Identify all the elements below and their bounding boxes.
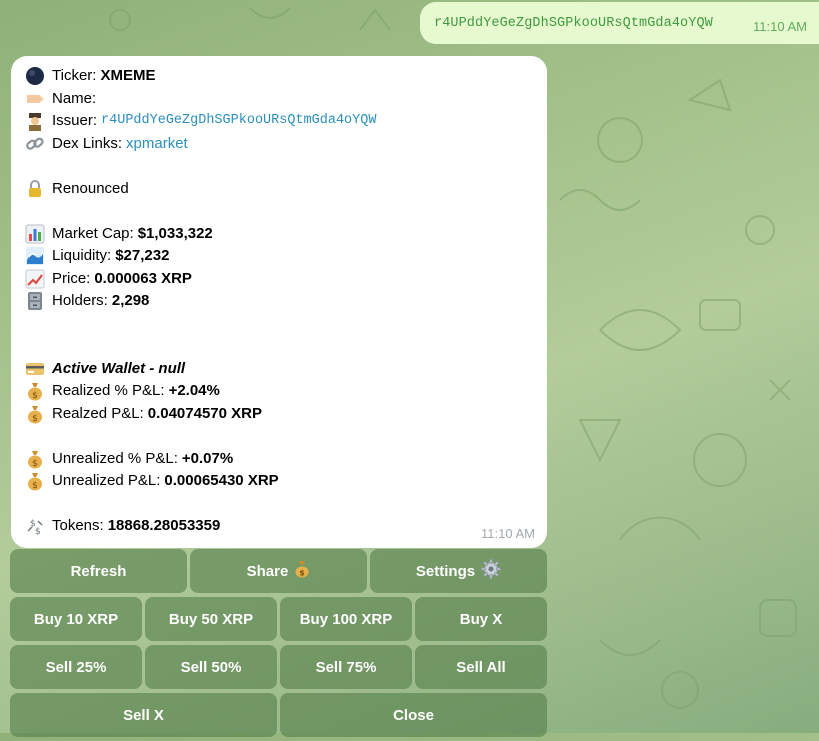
issuer-line: Issuer: r4UPddYeGeZgDhSGPkooURsQtmGda4oY…	[25, 110, 533, 133]
currency-exchange-icon: $ $	[25, 516, 45, 537]
renounced-line: Renounced	[25, 178, 533, 201]
buy-x-button[interactable]: Buy X	[415, 597, 547, 641]
svg-text:$: $	[35, 527, 41, 536]
chart-up-icon	[25, 269, 45, 289]
outgoing-message-text: r4UPddYeGeZgDhSGPkooURsQtmGda4oYQW	[434, 15, 713, 31]
money-bag-icon: $	[25, 381, 45, 401]
unrealized-value: 0.00065430 XRP	[164, 472, 279, 489]
unrealized-pct-line: $ Unrealized % P&L: +0.07%	[25, 448, 533, 471]
water-wave-icon	[25, 246, 45, 266]
ticker-value: XMEME	[100, 67, 156, 84]
sell-all-button[interactable]: Sell All	[415, 645, 547, 689]
active-wallet-text: Active Wallet - null	[52, 359, 186, 377]
keyboard-row-4: Sell X Close	[10, 693, 547, 737]
market-cap-line: Market Cap: $1,033,322	[25, 223, 533, 246]
tokens-value: 18868.28053359	[107, 517, 221, 534]
keyboard-row-1: Refresh Share $ Settings	[10, 549, 547, 593]
money-bag-icon: $	[25, 404, 45, 424]
label-tag-icon	[25, 89, 45, 109]
realized-pct-line: $ Realized % P&L: +2.04%	[25, 380, 533, 403]
settings-button[interactable]: Settings	[370, 549, 547, 593]
svg-text:$: $	[32, 414, 38, 424]
dex-links-line: Dex Links: xpmarket	[25, 133, 533, 156]
inline-keyboard: Refresh Share $ Settings Buy 10 XRP Buy 5…	[10, 549, 547, 741]
price-value: 0.000063 XRP	[94, 269, 192, 287]
refresh-button[interactable]: Refresh	[10, 549, 187, 593]
issuer-address[interactable]: r4UPddYeGeZgDhSGPkooURsQtmGda4oYQW	[101, 110, 376, 133]
money-bag-icon: $	[294, 560, 310, 582]
sell-50-button[interactable]: Sell 50%	[145, 645, 277, 689]
unrealized-line: $ Unrealized P&L: 0.00065430 XRP	[25, 470, 533, 493]
market-cap-value: $1,033,322	[137, 224, 213, 242]
buy-10-xrp-button[interactable]: Buy 10 XRP	[10, 597, 142, 641]
share-button[interactable]: Share $	[190, 549, 367, 593]
liquidity-value: $27,232	[115, 247, 170, 264]
outgoing-message-time: 11:10 AM	[753, 18, 807, 34]
close-button[interactable]: Close	[280, 693, 547, 737]
bot-message: Ticker: XMEME Name: Issuer: r4UPddYeGeZg…	[11, 56, 547, 548]
money-bag-icon: $	[25, 449, 45, 469]
bar-chart-icon	[25, 224, 45, 244]
black-circle-icon	[25, 66, 45, 86]
ticker-line: Ticker: XMEME	[25, 65, 533, 88]
holders-line: Holders: 2,298	[25, 290, 533, 313]
keyboard-row-2: Buy 10 XRP Buy 50 XRP Buy 100 XRP Buy X	[10, 597, 547, 641]
file-cabinet-icon	[25, 291, 45, 311]
credit-card-icon	[25, 359, 45, 379]
realized-pct-value: +2.04%	[168, 382, 220, 399]
active-wallet-line: Active Wallet - null	[25, 358, 533, 381]
bot-message-time: 11:10 AM	[481, 526, 535, 541]
sell-75-button[interactable]: Sell 75%	[280, 645, 412, 689]
buy-100-xrp-button[interactable]: Buy 100 XRP	[280, 597, 412, 641]
realized-value: 0.04074570 XRP	[147, 404, 262, 422]
unrealized-pct-value: +0.07%	[181, 449, 234, 467]
outgoing-message[interactable]: r4UPddYeGeZgDhSGPkooURsQtmGda4oYQW 11:10…	[420, 2, 819, 44]
svg-text:$: $	[32, 481, 38, 491]
realized-line: $ Realzed P&L: 0.04074570 XRP	[25, 403, 533, 426]
svg-text:$: $	[32, 459, 38, 469]
svg-text:$: $	[300, 569, 306, 578]
gear-icon	[481, 559, 501, 583]
price-line: Price: 0.000063 XRP	[25, 268, 533, 291]
liquidity-line: Liquidity: $27,232	[25, 245, 533, 268]
sell-25-button[interactable]: Sell 25%	[10, 645, 142, 689]
xpmarket-link[interactable]: xpmarket	[126, 133, 188, 156]
buy-50-xrp-button[interactable]: Buy 50 XRP	[145, 597, 277, 641]
tokens-line: $ $ Tokens: 18868.28053359	[25, 515, 533, 538]
money-bag-icon: $	[25, 471, 45, 491]
link-icon	[25, 134, 45, 154]
detective-icon	[25, 111, 45, 132]
sell-x-button[interactable]: Sell X	[10, 693, 277, 737]
holders-value: 2,298	[111, 292, 150, 309]
svg-text:$: $	[32, 391, 38, 401]
lock-icon	[25, 179, 45, 199]
name-line: Name:	[25, 88, 533, 111]
keyboard-row-3: Sell 25% Sell 50% Sell 75% Sell All	[10, 645, 547, 689]
